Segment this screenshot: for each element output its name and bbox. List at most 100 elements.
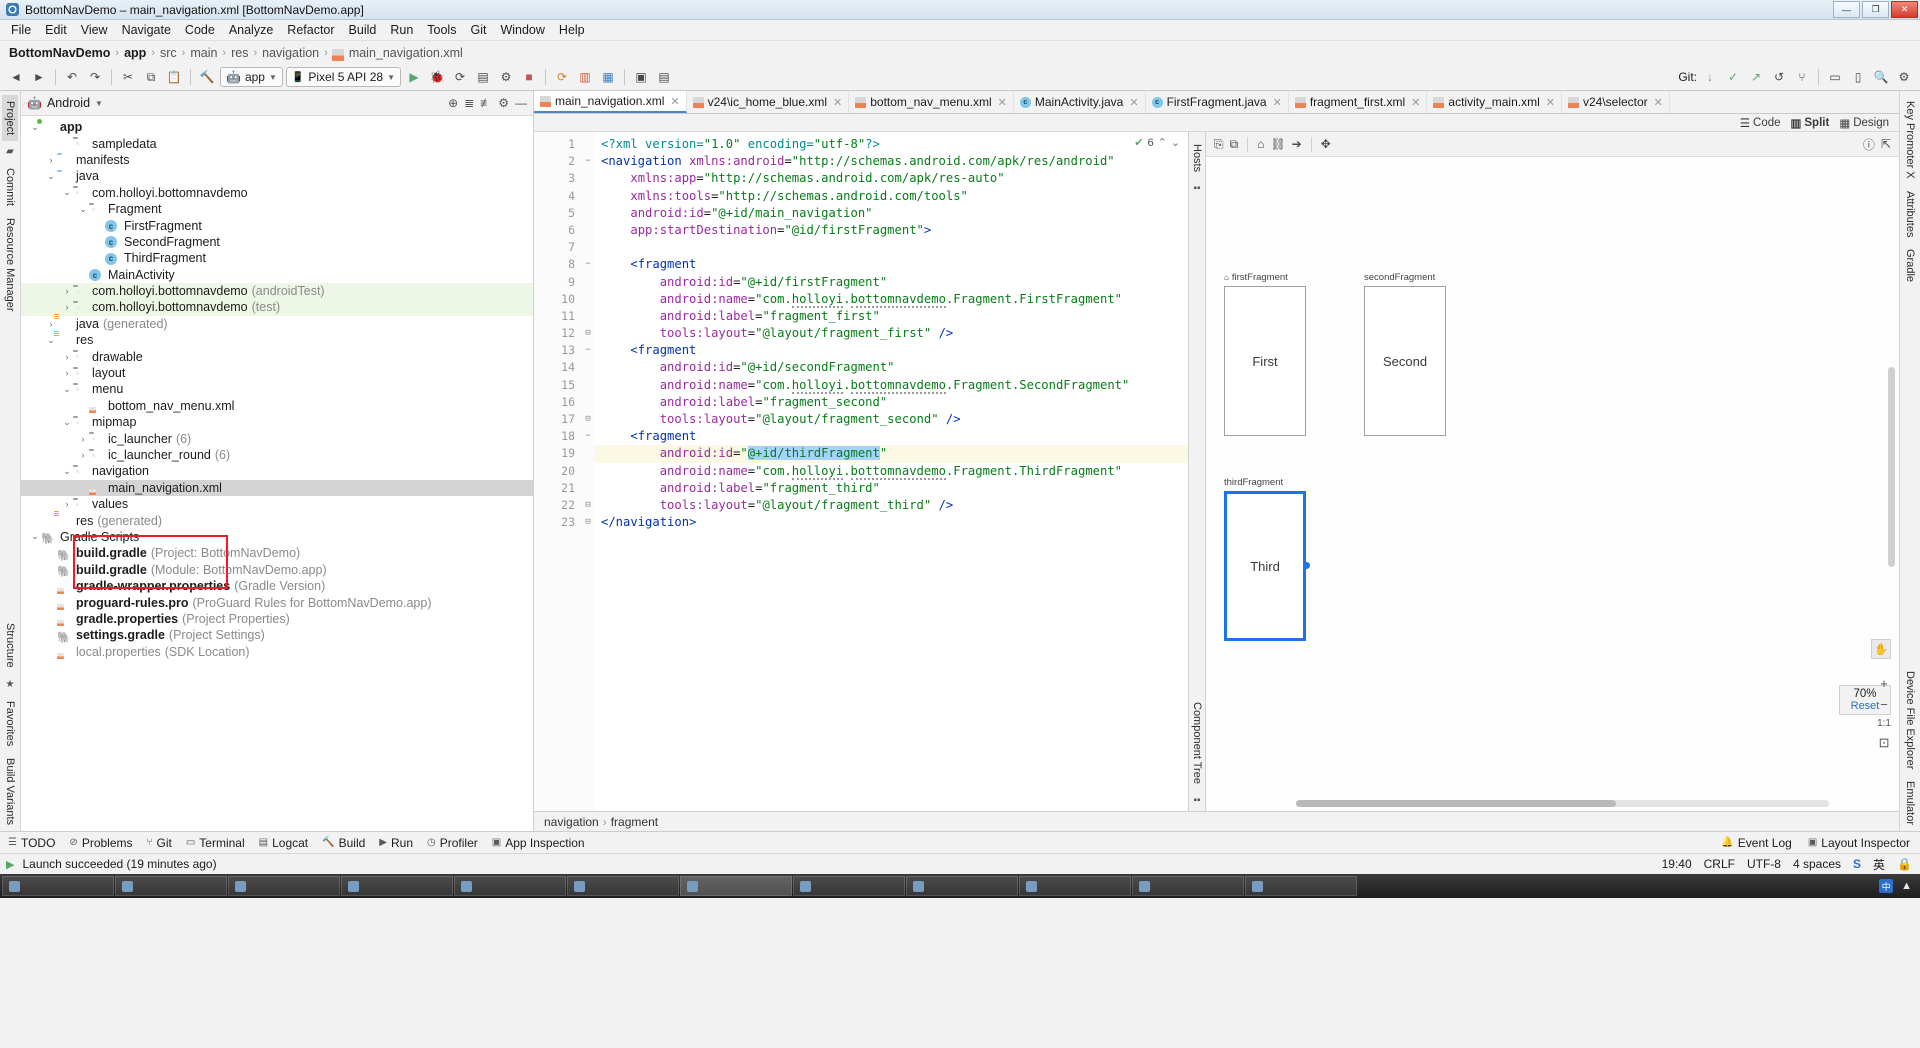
next-problem-icon[interactable]: ⌄ [1171, 136, 1180, 149]
editor-tab-v24-ic-home-blue-xml[interactable]: v24\ic_home_blue.xml ✕ [687, 91, 850, 113]
menu-item-view[interactable]: View [74, 21, 115, 39]
sidebar-tab-commit[interactable]: Commit [2, 162, 18, 212]
expand-all-icon[interactable]: ≣ [464, 96, 474, 110]
device-file-explorer-icon[interactable]: ▤ [654, 67, 674, 87]
taskbar-item[interactable] [793, 876, 905, 896]
sidebar-tab-device-file-explorer[interactable]: Device File Explorer [1902, 665, 1918, 775]
avd-manager-icon[interactable]: ▥ [575, 67, 595, 87]
sidebar-tab-build-variants[interactable]: Build Variants [2, 752, 18, 831]
fold-marker[interactable]: − [581, 256, 595, 273]
code-line[interactable]: tools:layout="@layout/fragment_second" /… [595, 411, 1188, 428]
sidebar-tab-structure[interactable]: Structure [2, 617, 18, 674]
nav-destination-firstFragment[interactable]: ⌂ firstFragment First [1224, 272, 1306, 436]
code-line[interactable]: android:id="@+id/secondFragment" [595, 359, 1188, 376]
sidebar-tab-project[interactable]: Project [2, 95, 18, 142]
project-structure-icon[interactable]: ▯ [1848, 67, 1868, 87]
breadcrumb-item-app[interactable]: app [123, 46, 147, 60]
menu-item-navigate[interactable]: Navigate [115, 21, 178, 39]
git-branch-icon[interactable]: ⑂ [1792, 67, 1812, 87]
inspection-widget[interactable]: ✔ 6 ⌃ ⌄ [1134, 136, 1180, 150]
stop-icon[interactable]: ■ [519, 67, 539, 87]
tree-row[interactable]: <> gradle-wrapper.properties (Gradle Versi… [21, 578, 533, 594]
menu-item-help[interactable]: Help [552, 21, 592, 39]
taskbar-item[interactable] [1245, 876, 1357, 896]
zoom-out-button[interactable]: − [1880, 697, 1888, 712]
undo-icon[interactable]: ↶ [62, 67, 82, 87]
settings-gear-icon[interactable]: ⚙ [1894, 67, 1914, 87]
taskbar-item[interactable] [115, 876, 227, 896]
close-tab-icon[interactable]: ✕ [833, 96, 842, 109]
collapse-all-icon[interactable]: ≢ [480, 96, 492, 110]
menu-item-build[interactable]: Build [342, 21, 384, 39]
nav-destination-preview[interactable]: Third [1224, 491, 1306, 641]
create-action-icon[interactable]: ⛓ [1270, 137, 1285, 151]
taskbar-item[interactable] [1132, 876, 1244, 896]
taskbar-item[interactable] [341, 876, 453, 896]
code-line[interactable]: tools:layout="@layout/fragment_first" /> [595, 325, 1188, 342]
profiler-icon[interactable]: ▤ [473, 67, 493, 87]
tree-row[interactable]: 🐘 settings.gradle (Project Settings) [21, 627, 533, 643]
close-button[interactable]: ✕ [1891, 1, 1918, 18]
locate-icon[interactable]: ⊕ [448, 96, 458, 110]
canvas-horizontal-scrollbar[interactable] [1296, 800, 1829, 807]
git-update-icon[interactable]: ↓ [1700, 67, 1720, 87]
editor-tab-bottom-nav-menu-xml[interactable]: bottom_nav_menu.xml ✕ [849, 91, 1014, 113]
code-line[interactable]: android:label="fragment_first" [595, 308, 1188, 325]
sidebar-tab-resource-manager[interactable]: Resource Manager [2, 212, 18, 318]
chevron-down-icon[interactable]: ⌄ [29, 531, 41, 542]
close-tab-icon[interactable]: ✕ [1273, 96, 1282, 109]
chevron-right-icon[interactable]: › [45, 319, 57, 329]
menu-item-git[interactable]: Git [463, 21, 493, 39]
code-line[interactable]: android:name="com.holloyi.bottomnavdemo.… [595, 463, 1188, 480]
chevron-right-icon[interactable]: › [61, 302, 73, 312]
select-in-icon[interactable]: ▭ [1825, 67, 1845, 87]
redo-icon[interactable]: ↷ [85, 67, 105, 87]
breadcrumb-item-main-navigation-xml[interactable]: main_navigation.xml [348, 46, 464, 60]
code-line[interactable]: android:label="fragment_third" [595, 480, 1188, 497]
tree-row[interactable]: › com.holloyi.bottomnavdemo (androidTest) [21, 282, 533, 300]
code-line[interactable]: android:id="@+id/main_navigation" [595, 205, 1188, 222]
close-tab-icon[interactable]: ✕ [1654, 96, 1663, 109]
hosts-panel-tab[interactable]: Hosts [1189, 138, 1205, 178]
code-editor[interactable]: 1 2 3 4 5 6 7 8 9 10 11 12 13 14 15 16 17 18 19 20 21 22 23 − −… [534, 132, 1189, 811]
action-drag-handle[interactable] [1303, 562, 1310, 569]
tree-row[interactable]: <> bottom_nav_menu.xml [21, 398, 533, 414]
chevron-down-icon[interactable]: ⌄ [61, 466, 73, 477]
tree-row[interactable]: 🐘 build.gradle (Module: BottomNavDemo.app) [21, 562, 533, 578]
tree-row[interactable]: ⌄ mipmap [21, 414, 533, 430]
code-line[interactable]: tools:layout="@layout/fragment_third" /> [595, 497, 1188, 514]
duplicate-icon[interactable]: ⧉ [1230, 137, 1239, 152]
tool-window-run[interactable]: ▶ Run [379, 836, 413, 850]
close-tab-icon[interactable]: ✕ [998, 96, 1007, 109]
lock-icon[interactable]: 🔒 [1897, 857, 1912, 871]
sidebar-tab-key-promoter[interactable]: Key Promoter X [1902, 95, 1918, 185]
tree-row[interactable]: ⌄ navigation [21, 463, 533, 479]
tree-row[interactable]: ⌄ com.holloyi.bottomnavdemo [21, 185, 533, 201]
tree-row[interactable]: › ic_launcher (6) [21, 430, 533, 446]
tree-row[interactable]: › ic_launcher_round (6) [21, 447, 533, 463]
tree-row[interactable]: <> gradle.properties (Project Properties) [21, 611, 533, 627]
fold-marker[interactable]: ⊟ [581, 325, 595, 342]
breadcrumb-item-res[interactable]: res [230, 46, 249, 60]
tool-window-build[interactable]: 🔨 Build [322, 836, 365, 850]
breadcrumb-item-src[interactable]: src [159, 46, 178, 60]
navigation-design-surface[interactable]: ⎘ ⧉ ⌂ ⛓ ➔ ✥ ⓘ ⇱ thirdFragment Third second… [1206, 132, 1899, 811]
tree-row[interactable]: ⌄ Fragment [21, 201, 533, 217]
tray-network-icon[interactable]: ▲ [1901, 880, 1912, 892]
zoom-fit-button[interactable]: ⊡ [1879, 735, 1890, 751]
copy-icon[interactable]: ⧉ [141, 67, 161, 87]
fold-marker[interactable]: − [581, 153, 595, 170]
fold-marker[interactable]: ⊟ [581, 497, 595, 514]
tree-row[interactable]: c SecondFragment [21, 234, 533, 250]
code-line[interactable]: <fragment [595, 256, 1188, 273]
taskbar-item[interactable] [454, 876, 566, 896]
taskbar-item[interactable] [2, 876, 114, 896]
code-line[interactable]: android:name="com.holloyi.bottomnavdemo.… [595, 291, 1188, 308]
design-breadcrumb-item-navigation[interactable]: navigation [544, 815, 599, 829]
cut-icon[interactable]: ✂ [118, 67, 138, 87]
nav-destination-secondFragment[interactable]: secondFragment Second [1364, 272, 1446, 436]
status-indent[interactable]: 4 spaces [1793, 857, 1841, 871]
pan-tool-button[interactable]: ✋ [1871, 639, 1891, 659]
fold-marker[interactable]: ⊟ [581, 514, 595, 531]
prev-problem-icon[interactable]: ⌃ [1158, 136, 1167, 149]
